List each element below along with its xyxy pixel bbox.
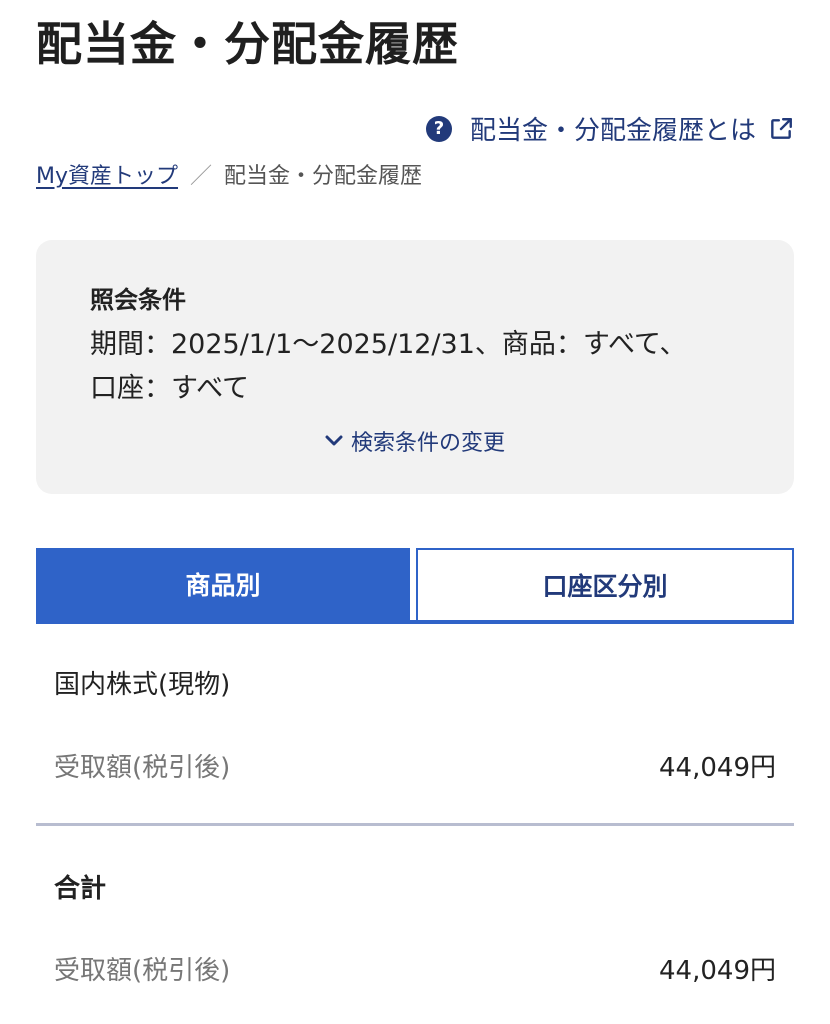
question-circle-icon: ?: [425, 115, 452, 142]
received-amount-value: 44,049円: [659, 753, 776, 783]
received-amount-label: 受取額(税引後): [54, 753, 231, 783]
breadcrumb-separator: ／: [190, 164, 213, 189]
total-received-amount-label: 受取額(税引後): [54, 956, 231, 986]
help-link-label: 配当金・分配金履歴とは: [469, 116, 756, 146]
breadcrumb-current: 配当金・分配金履歴: [224, 164, 423, 189]
change-search-conditions-button[interactable]: 検索条件の変更: [90, 425, 740, 457]
breadcrumb-home-link[interactable]: My資産トップ: [36, 158, 178, 190]
total-title: 合計: [54, 874, 107, 904]
tab-by-product[interactable]: 商品別: [36, 548, 410, 620]
view-tabs: 商品別 口座区分別: [36, 548, 794, 624]
section-divider: [36, 823, 794, 826]
help-link[interactable]: ? 配当金・分配金履歴とは: [425, 110, 794, 147]
section-title-domestic-stocks: 国内株式(現物): [54, 670, 231, 700]
change-search-label: 検索条件の変更: [350, 431, 505, 456]
conditions-line-2: 口座：すべて: [90, 373, 250, 404]
tab-by-account-type[interactable]: 口座区分別: [416, 548, 794, 620]
total-received-amount-value: 44,049円: [659, 956, 776, 986]
conditions-heading: 照会条件: [90, 286, 186, 314]
external-link-icon: [771, 117, 792, 139]
page-title: 配当金・分配金履歴: [36, 17, 459, 71]
breadcrumb: My資産トップ ／ 配当金・分配金履歴: [36, 158, 422, 190]
conditions-line-1: 期間：2025/1/1〜2025/12/31、商品：すべて、: [90, 329, 687, 360]
search-conditions-panel: 照会条件 期間：2025/1/1〜2025/12/31、商品：すべて、 口座：す…: [36, 240, 794, 494]
chevron-down-icon: [325, 435, 343, 446]
